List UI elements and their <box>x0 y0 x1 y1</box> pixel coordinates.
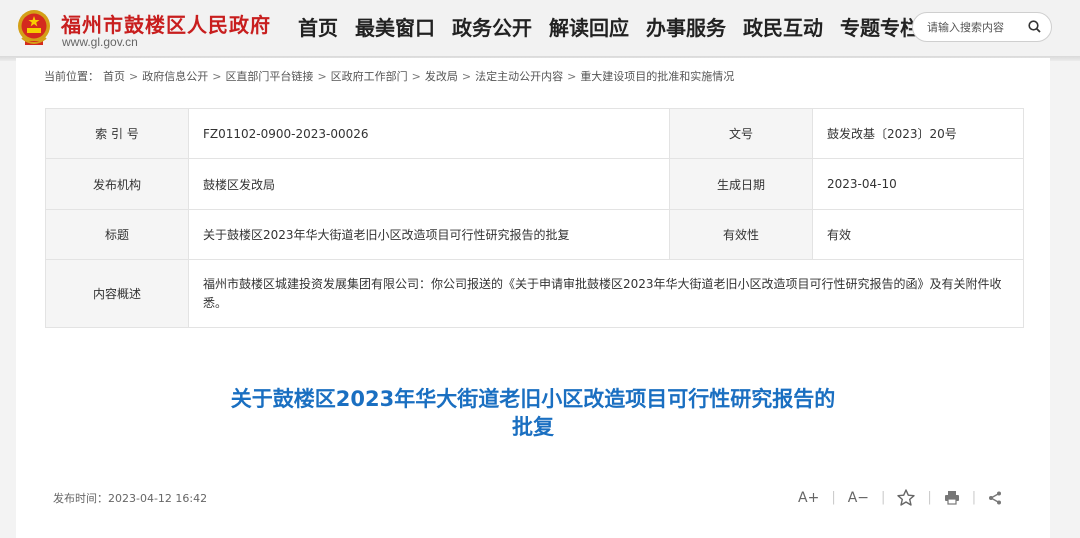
breadcrumb-separator: > <box>212 70 222 83</box>
main-nav: 首页 最美窗口 政务公开 解读回应 办事服务 政民互动 专题专栏 <box>298 12 937 41</box>
printer-icon[interactable] <box>944 490 960 505</box>
publisher-label: 发布机构 <box>45 158 189 210</box>
font-decrease-button[interactable]: A− <box>848 490 869 506</box>
summary-label: 内容概述 <box>45 259 189 328</box>
nav-item-home[interactable]: 首页 <box>298 12 338 41</box>
nav-item-services[interactable]: 办事服务 <box>646 12 726 41</box>
breadcrumb-item[interactable]: 法定主动公开内容 <box>475 70 563 83</box>
document-title-line: 关于鼓楼区2023年华大街道老旧小区改造项目可行性研究报告的 <box>230 387 836 411</box>
breadcrumb-prefix: 当前位置： <box>44 70 99 83</box>
title-value: 关于鼓楼区2023年华大街道老旧小区改造项目可行性研究报告的批复 <box>188 209 670 260</box>
document-title: 关于鼓楼区2023年华大街道老旧小区改造项目可行性研究报告的 批复 <box>16 385 1050 441</box>
font-increase-button[interactable]: A+ <box>798 490 819 506</box>
breadcrumb-separator: > <box>411 70 421 83</box>
validity-value: 有效 <box>812 209 1024 260</box>
nav-item-topics[interactable]: 专题专栏 <box>840 12 920 41</box>
nav-item-best-window[interactable]: 最美窗口 <box>355 12 435 41</box>
nav-item-interaction[interactable]: 政民互动 <box>743 12 823 41</box>
creation-date-label: 生成日期 <box>669 158 813 210</box>
table-row: 标题 关于鼓楼区2023年华大街道老旧小区改造项目可行性研究报告的批复 有效性 … <box>45 209 1024 260</box>
star-icon[interactable] <box>897 489 916 506</box>
summary-value: 福州市鼓楼区城建投资发展集团有限公司：你公司报送的《关于申请审批鼓楼区2023年… <box>188 259 1024 328</box>
nav-item-government-affairs[interactable]: 政务公开 <box>452 12 532 41</box>
content-card: 当前位置： 首页 > 政府信息公开 > 区直部门平台链接 > 区政府工作部门 > 发改局 > 法定主动… <box>16 58 1050 538</box>
breadcrumb-separator: > <box>129 70 139 83</box>
search-box <box>912 12 1052 42</box>
breadcrumb-item[interactable]: 首页 <box>103 70 125 83</box>
index-number-label: 索 引 号 <box>45 108 189 159</box>
table-row: 内容概述 福州市鼓楼区城建投资发展集团有限公司：你公司报送的《关于申请审批鼓楼区… <box>45 259 1024 328</box>
site-url: www.gl.gov.cn <box>62 35 138 49</box>
creation-date-value: 2023-04-10 <box>812 158 1024 210</box>
breadcrumb-separator: > <box>567 70 577 83</box>
breadcrumb-item[interactable]: 区直部门平台链接 <box>225 70 313 83</box>
document-metadata-table: 索 引 号 FZ01102-0900-2023-00026 文号 鼓发改基〔20… <box>45 108 1024 328</box>
toolbar-divider: | <box>881 490 886 505</box>
breadcrumb: 当前位置： 首页 > 政府信息公开 > 区直部门平台链接 > 区政府工作部门 > 发改局 > 法定主动… <box>44 68 738 84</box>
breadcrumb-separator: > <box>317 70 327 83</box>
table-row: 发布机构 鼓楼区发改局 生成日期 2023-04-10 <box>45 158 1024 210</box>
toolbar-divider: | <box>927 490 932 505</box>
site-header: 福州市鼓楼区人民政府 www.gl.gov.cn 首页 最美窗口 政务公开 解读… <box>0 0 1080 56</box>
validity-label: 有效性 <box>669 209 813 260</box>
document-number-value: 鼓发改基〔2023〕20号 <box>812 108 1024 159</box>
breadcrumb-item[interactable]: 重大建设项目的批准和实施情况 <box>580 70 734 83</box>
table-row: 索 引 号 FZ01102-0900-2023-00026 文号 鼓发改基〔20… <box>45 108 1024 159</box>
breadcrumb-item[interactable]: 发改局 <box>425 70 458 83</box>
index-number-value: FZ01102-0900-2023-00026 <box>188 108 670 159</box>
site-title[interactable]: 福州市鼓楼区人民政府 <box>61 9 271 38</box>
document-number-label: 文号 <box>669 108 813 159</box>
nav-item-interpretation[interactable]: 解读回应 <box>549 12 629 41</box>
search-input[interactable] <box>927 17 1023 37</box>
search-icon[interactable] <box>1028 20 1041 33</box>
national-emblem-icon[interactable] <box>15 8 53 48</box>
publish-time-value: 2023-04-12 16:42 <box>108 492 208 505</box>
title-label: 标题 <box>45 209 189 260</box>
publish-time: 发布时间：2023-04-12 16:42 <box>53 490 207 506</box>
breadcrumb-item[interactable]: 政府信息公开 <box>142 70 208 83</box>
breadcrumb-item[interactable]: 区政府工作部门 <box>331 70 408 83</box>
publish-time-label: 发布时间： <box>53 492 108 505</box>
breadcrumb-separator: > <box>461 70 472 83</box>
document-title-line: 批复 <box>512 415 554 439</box>
toolbar-divider: | <box>831 490 836 505</box>
publisher-value: 鼓楼区发改局 <box>188 158 670 210</box>
share-icon[interactable] <box>988 491 1002 505</box>
toolbar-divider: | <box>971 490 977 505</box>
article-toolbar: A+ | A− | | | <box>798 489 1002 506</box>
